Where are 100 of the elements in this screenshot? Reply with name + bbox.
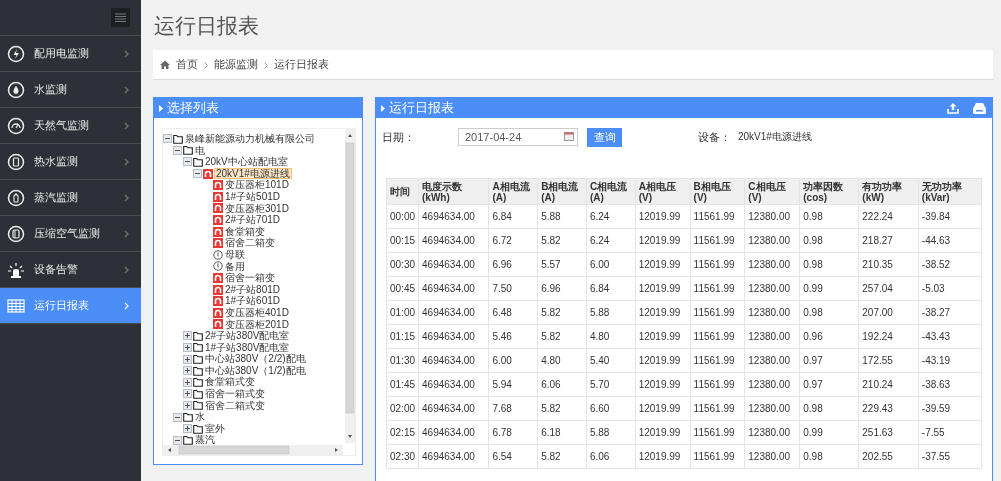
- collapse-icon[interactable]: [173, 145, 182, 155]
- page-title: 运行日报表: [154, 13, 260, 39]
- sidebar-item[interactable]: 蒸汽监测: [0, 180, 141, 216]
- breadcrumb-link[interactable]: 能源监测: [214, 57, 258, 72]
- table-icon: [7, 296, 25, 315]
- column-header: B相电流(A): [537, 178, 587, 205]
- table-cell: 12380.00: [744, 300, 800, 325]
- expand-icon[interactable]: [183, 354, 192, 364]
- folder-icon: [193, 377, 203, 388]
- tree-node[interactable]: 宿舍一箱变: [224, 272, 276, 284]
- chevron-icon: [204, 61, 208, 69]
- chevron-icon: [124, 265, 129, 274]
- table-cell: 12380.00: [744, 396, 800, 421]
- tree-node[interactable]: 母联: [224, 248, 246, 261]
- calendar-icon[interactable]: [564, 132, 574, 141]
- tree-node[interactable]: 中心站380V（2/2)配电: [204, 353, 307, 365]
- menu-button[interactable]: [111, 8, 130, 27]
- tree-node[interactable]: 泉峰新能源动力机械有限公司: [184, 133, 316, 145]
- folder-icon: [183, 145, 193, 156]
- table-cell: 4694634.00: [418, 396, 489, 421]
- table-cell: 02:00: [386, 396, 419, 421]
- table-cell: 0.97: [799, 348, 859, 373]
- table-cell: 7.50: [488, 276, 538, 301]
- table-cell: 12019.99: [635, 420, 691, 445]
- tree-node[interactable]: 2#子站701D: [224, 214, 282, 226]
- collapse-icon[interactable]: [173, 435, 182, 445]
- table-cell: -43.19: [918, 348, 982, 373]
- tree-node[interactable]: 变压器柜401D: [224, 306, 290, 319]
- menu-icon: [115, 13, 126, 22]
- table-cell: 12380.00: [744, 372, 800, 397]
- breadcrumb-link[interactable]: 首页: [176, 57, 198, 72]
- cylinder-icon: [7, 224, 25, 243]
- table-cell: 4694634.00: [418, 348, 489, 373]
- date-field[interactable]: 2017-04-24: [458, 128, 578, 146]
- table-cell: 5.40: [586, 348, 636, 373]
- chevron-icon: [124, 301, 129, 310]
- collapse-icon[interactable]: [173, 412, 182, 422]
- table-cell: 01:00: [386, 300, 419, 325]
- sidebar-item[interactable]: 水监测: [0, 72, 141, 108]
- scrollbar[interactable]: [345, 129, 355, 443]
- table-cell: -38.52: [918, 252, 982, 277]
- tree-node[interactable]: 2#子站380V配电室: [204, 330, 291, 342]
- table-cell: 12019.99: [635, 300, 691, 325]
- table-cell: 4.80: [537, 348, 587, 373]
- tree-node[interactable]: 1#子站380V配电室: [204, 341, 291, 354]
- table-cell: 11561.99: [690, 444, 745, 469]
- table-cell: 12019.99: [635, 204, 691, 229]
- tree-node[interactable]: 室外: [204, 422, 226, 435]
- expand-icon[interactable]: [183, 377, 192, 387]
- tree-node[interactable]: 蒸汽: [194, 434, 216, 445]
- table-cell: 5.88: [537, 204, 587, 229]
- tree-node[interactable]: 中心站380V（1/2)配电: [204, 364, 307, 377]
- folder-icon: [193, 330, 203, 341]
- tree-node[interactable]: 变压器柜301D: [224, 202, 290, 215]
- tree-node[interactable]: 水: [194, 411, 206, 423]
- table-cell: 4694634.00: [418, 420, 489, 445]
- collapse-icon[interactable]: [163, 134, 172, 144]
- chevron-icon: [264, 61, 268, 69]
- table-cell: 11561.99: [690, 300, 745, 325]
- tree-node[interactable]: 1#子站601D: [224, 295, 282, 307]
- tree-node[interactable]: 20kV1#电源进线: [214, 167, 292, 180]
- tree-node[interactable]: 宿舍二箱变: [224, 237, 276, 249]
- table-cell: 5.82: [537, 444, 587, 469]
- tree-node[interactable]: 20kV中心站配电室: [204, 156, 289, 168]
- tree-node[interactable]: 食堂箱式变: [204, 376, 256, 389]
- upload-icon[interactable]: [947, 102, 959, 114]
- expand-icon[interactable]: [183, 331, 192, 341]
- tree-node[interactable]: 宿舍二箱式变: [204, 399, 266, 412]
- tree-node[interactable]: 电: [194, 144, 206, 157]
- tree-node[interactable]: 1#子站501D: [224, 190, 282, 203]
- expand-icon[interactable]: [183, 366, 192, 376]
- sidebar-item[interactable]: 天然气监测: [0, 108, 141, 144]
- expand-icon[interactable]: [183, 389, 192, 399]
- meter-icon: [213, 203, 223, 214]
- table-cell: 251.63: [858, 420, 919, 445]
- sidebar-item[interactable]: 压缩空气监测: [0, 216, 141, 252]
- collapse-icon[interactable]: [193, 169, 202, 179]
- table-cell: -7.55: [918, 420, 982, 445]
- table-cell: 6.24: [586, 204, 636, 229]
- meter-icon: [213, 284, 223, 295]
- expand-icon[interactable]: [183, 424, 192, 434]
- tree-node[interactable]: 变压器柜201D: [224, 318, 290, 331]
- collapse-icon[interactable]: [183, 157, 192, 167]
- table-cell: 12019.99: [635, 252, 691, 277]
- tree-node[interactable]: 食堂箱变: [224, 225, 266, 238]
- expand-icon[interactable]: [183, 400, 192, 410]
- tree-node[interactable]: 备用: [224, 260, 246, 273]
- table-cell: 5.88: [586, 420, 636, 445]
- tree-node[interactable]: 宿舍一箱式变: [204, 388, 266, 400]
- sidebar-item[interactable]: 配用电监测: [0, 36, 141, 72]
- table-cell: 6.00: [488, 348, 538, 373]
- home-icon[interactable]: [160, 60, 170, 69]
- scrollbar[interactable]: [163, 445, 343, 455]
- table-cell: 257.04: [858, 276, 919, 301]
- table-cell: 12380.00: [744, 420, 800, 445]
- sidebar-item[interactable]: 热水监测: [0, 144, 141, 180]
- expand-icon[interactable]: [183, 343, 192, 352]
- tree-node[interactable]: 变压器柜101D: [224, 179, 290, 191]
- table-cell: 4694634.00: [418, 372, 489, 397]
- tree-node[interactable]: 2#子站801D: [224, 283, 282, 296]
